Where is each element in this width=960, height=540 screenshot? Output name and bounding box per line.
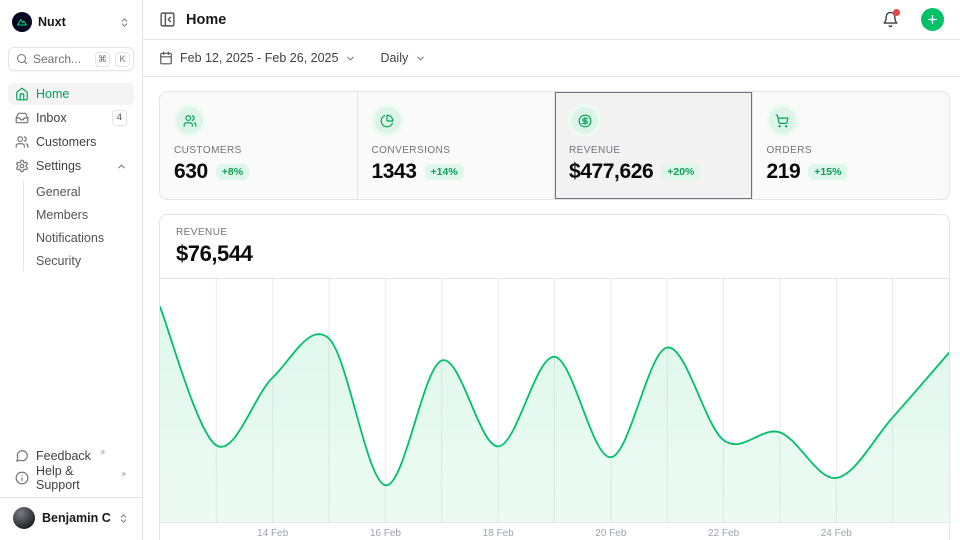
settings-submenu: General Members Notifications Security (23, 181, 134, 271)
external-link-icon (120, 471, 127, 478)
x-tick-label: 18 Feb (483, 528, 514, 539)
pie-chart-icon (374, 107, 401, 134)
sidebar-divider (0, 497, 142, 498)
main-panel: Home Feb 12, 2025 - Feb 26, 2025 Daily (143, 0, 960, 540)
external-link-icon (99, 449, 106, 456)
stat-conversions[interactable]: CONVERSIONS 1343 +14% (358, 92, 555, 199)
stat-orders[interactable]: ORDERS 219 +15% (753, 92, 950, 199)
sidebar-subitem-label: Security (36, 254, 81, 268)
workspace-switcher[interactable]: Nuxt (8, 10, 134, 34)
stat-value: $477,626 (569, 160, 653, 184)
collapse-sidebar-icon[interactable] (159, 11, 176, 28)
sidebar-item-label: Home (36, 87, 69, 101)
cmd-key-badge: ⌘ (95, 52, 110, 67)
chevrons-up-down-icon (119, 17, 130, 28)
search-icon (16, 53, 28, 65)
search-input[interactable]: Search... ⌘ K (8, 47, 134, 71)
x-tick-label: 16 Feb (370, 528, 401, 539)
page-header: Home (143, 0, 960, 40)
stat-revenue[interactable]: REVENUE $477,626 +20% (555, 92, 752, 199)
sidebar-item-general[interactable]: General (24, 181, 134, 202)
search-placeholder: Search... (33, 52, 90, 66)
gear-icon (15, 159, 29, 173)
interval-value: Daily (380, 51, 408, 65)
workspace-name: Nuxt (38, 15, 113, 29)
chevrons-up-down-icon (118, 513, 129, 524)
revenue-chart-svg (160, 279, 949, 522)
stat-label: REVENUE (569, 145, 738, 156)
chart-current-value: $76,544 (176, 241, 933, 267)
sidebar-item-label: Settings (36, 159, 81, 173)
sidebar-item-customers[interactable]: Customers (8, 131, 134, 153)
user-avatar (13, 507, 35, 529)
stat-value: 630 (174, 160, 208, 184)
user-menu[interactable]: Benjamin Canac (8, 502, 134, 534)
notification-dot (893, 9, 900, 16)
sidebar-subitem-label: General (36, 185, 80, 199)
revenue-chart-card: REVENUE $76,544 14 Feb16 Feb18 Feb20 (159, 214, 950, 540)
chart-header: REVENUE $76,544 (160, 215, 949, 279)
home-icon (15, 87, 29, 101)
nuxt-logo-icon (12, 12, 32, 32)
sidebar-nav: Home Inbox 4 Customers Settings Ge (8, 83, 134, 271)
stat-delta-badge: +14% (425, 164, 464, 180)
sidebar-item-settings[interactable]: Settings (8, 155, 134, 177)
help-support-label: Help & Support (36, 464, 112, 492)
stat-delta-badge: +20% (661, 164, 700, 180)
sidebar-item-notifications[interactable]: Notifications (24, 227, 134, 248)
sidebar-item-label: Customers (36, 135, 96, 149)
stat-delta-badge: +8% (216, 164, 249, 180)
inbox-icon (15, 111, 29, 125)
sidebar-item-members[interactable]: Members (24, 204, 134, 225)
x-tick-label: 20 Feb (595, 528, 626, 539)
calendar-icon (159, 51, 173, 65)
x-tick-label: 22 Feb (708, 528, 739, 539)
sidebar-spacer (8, 271, 134, 445)
feedback-label: Feedback (36, 449, 91, 463)
stat-delta-badge: +15% (808, 164, 847, 180)
sidebar-subitem-label: Notifications (36, 231, 104, 245)
stat-label: CUSTOMERS (174, 145, 343, 156)
page-title: Home (186, 12, 872, 28)
plus-icon (926, 13, 939, 26)
user-name: Benjamin Canac (42, 511, 111, 525)
stat-value: 219 (767, 160, 801, 184)
inbox-count-badge: 4 (112, 110, 127, 126)
x-axis-ticks: 14 Feb 16 Feb 18 Feb 20 Feb 22 Feb 24 Feb (160, 523, 949, 540)
cart-icon (769, 107, 796, 134)
dollar-circle-icon (571, 107, 598, 134)
chart-title: REVENUE (176, 227, 933, 238)
sidebar-subitem-label: Members (36, 208, 88, 222)
stat-customers[interactable]: CUSTOMERS 630 +8% (160, 92, 357, 199)
sidebar-item-security[interactable]: Security (24, 250, 134, 271)
sidebar-item-home[interactable]: Home (8, 83, 134, 105)
filters-toolbar: Feb 12, 2025 - Feb 26, 2025 Daily (143, 40, 960, 77)
users-icon (15, 135, 29, 149)
sidebar-item-label: Inbox (36, 111, 67, 125)
x-tick-label: 14 Feb (257, 528, 288, 539)
sidebar-item-inbox[interactable]: Inbox 4 (8, 107, 134, 129)
date-range-value: Feb 12, 2025 - Feb 26, 2025 (180, 51, 338, 65)
stat-value: 1343 (372, 160, 417, 184)
chevron-up-icon (116, 161, 127, 172)
chevron-down-icon (345, 53, 356, 64)
notifications-button[interactable] (882, 11, 899, 28)
stats-row: CUSTOMERS 630 +8% CONVERSIONS 1343 +14% (159, 91, 950, 200)
help-support-link[interactable]: Help & Support (8, 467, 134, 489)
x-tick-label: 24 Feb (821, 528, 852, 539)
stat-label: ORDERS (767, 145, 936, 156)
date-range-picker[interactable]: Feb 12, 2025 - Feb 26, 2025 (159, 51, 356, 65)
revenue-chart[interactable] (160, 279, 949, 523)
info-circle-icon (15, 471, 29, 485)
users-icon (176, 107, 203, 134)
dashboard-content: CUSTOMERS 630 +8% CONVERSIONS 1343 +14% (143, 77, 960, 540)
stat-label: CONVERSIONS (372, 145, 541, 156)
chevron-down-icon (415, 53, 426, 64)
add-button[interactable] (921, 8, 944, 31)
k-key-badge: K (115, 52, 130, 67)
sidebar: Nuxt Search... ⌘ K Home Inbox 4 (0, 0, 143, 540)
message-circle-icon (15, 449, 29, 463)
interval-select[interactable]: Daily (380, 51, 426, 65)
